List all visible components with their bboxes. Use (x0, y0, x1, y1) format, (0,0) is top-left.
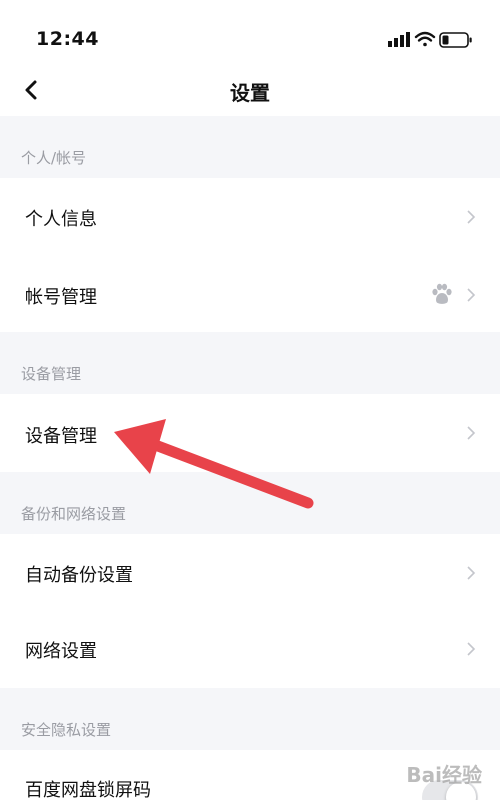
section-header-security: 安全隐私设置 (0, 688, 500, 750)
list-item-device-management[interactable]: 设备管理 (0, 394, 500, 472)
section-header-account: 个人/帐号 (0, 116, 500, 178)
list-item-account-management[interactable]: 帐号管理 (0, 256, 500, 332)
status-bar: 12:44 (0, 0, 500, 68)
section-header-backup-network: 备份和网络设置 (0, 472, 500, 534)
list-item-label: 帐号管理 (25, 287, 97, 308)
status-icons (388, 30, 478, 50)
list-item-label: 设备管理 (25, 426, 97, 447)
list-item-label: 个人信息 (25, 209, 97, 230)
watermark: Bai经验 (406, 763, 482, 787)
chevron-right-icon (467, 210, 476, 224)
section-header-label: 设备管理 (21, 365, 82, 383)
baidu-paw-icon (432, 283, 452, 304)
list-item-auto-backup[interactable]: 自动备份设置 (0, 534, 500, 612)
list-item-personal-info[interactable]: 个人信息 (0, 178, 500, 256)
chevron-right-icon (467, 642, 476, 656)
section-header-label: 个人/帐号 (21, 149, 87, 167)
list-item-label: 百度网盘锁屏码 (25, 780, 151, 800)
section-header-device: 设备管理 (0, 332, 500, 394)
chevron-right-icon (467, 566, 476, 580)
battery-icon (439, 32, 472, 48)
nav-bar: 设置 (0, 68, 500, 116)
list-item-network-settings[interactable]: 网络设置 (0, 612, 500, 688)
signal-icon (388, 32, 410, 47)
status-time: 12:44 (36, 28, 99, 50)
section-header-label: 安全隐私设置 (21, 721, 112, 739)
chevron-right-icon (467, 288, 476, 302)
section-header-label: 备份和网络设置 (21, 505, 127, 523)
page-title: 设置 (230, 81, 270, 105)
chevron-right-icon (467, 426, 476, 440)
list-item-label: 自动备份设置 (25, 565, 133, 586)
list-item-label: 网络设置 (25, 641, 97, 662)
wifi-icon (414, 31, 436, 47)
